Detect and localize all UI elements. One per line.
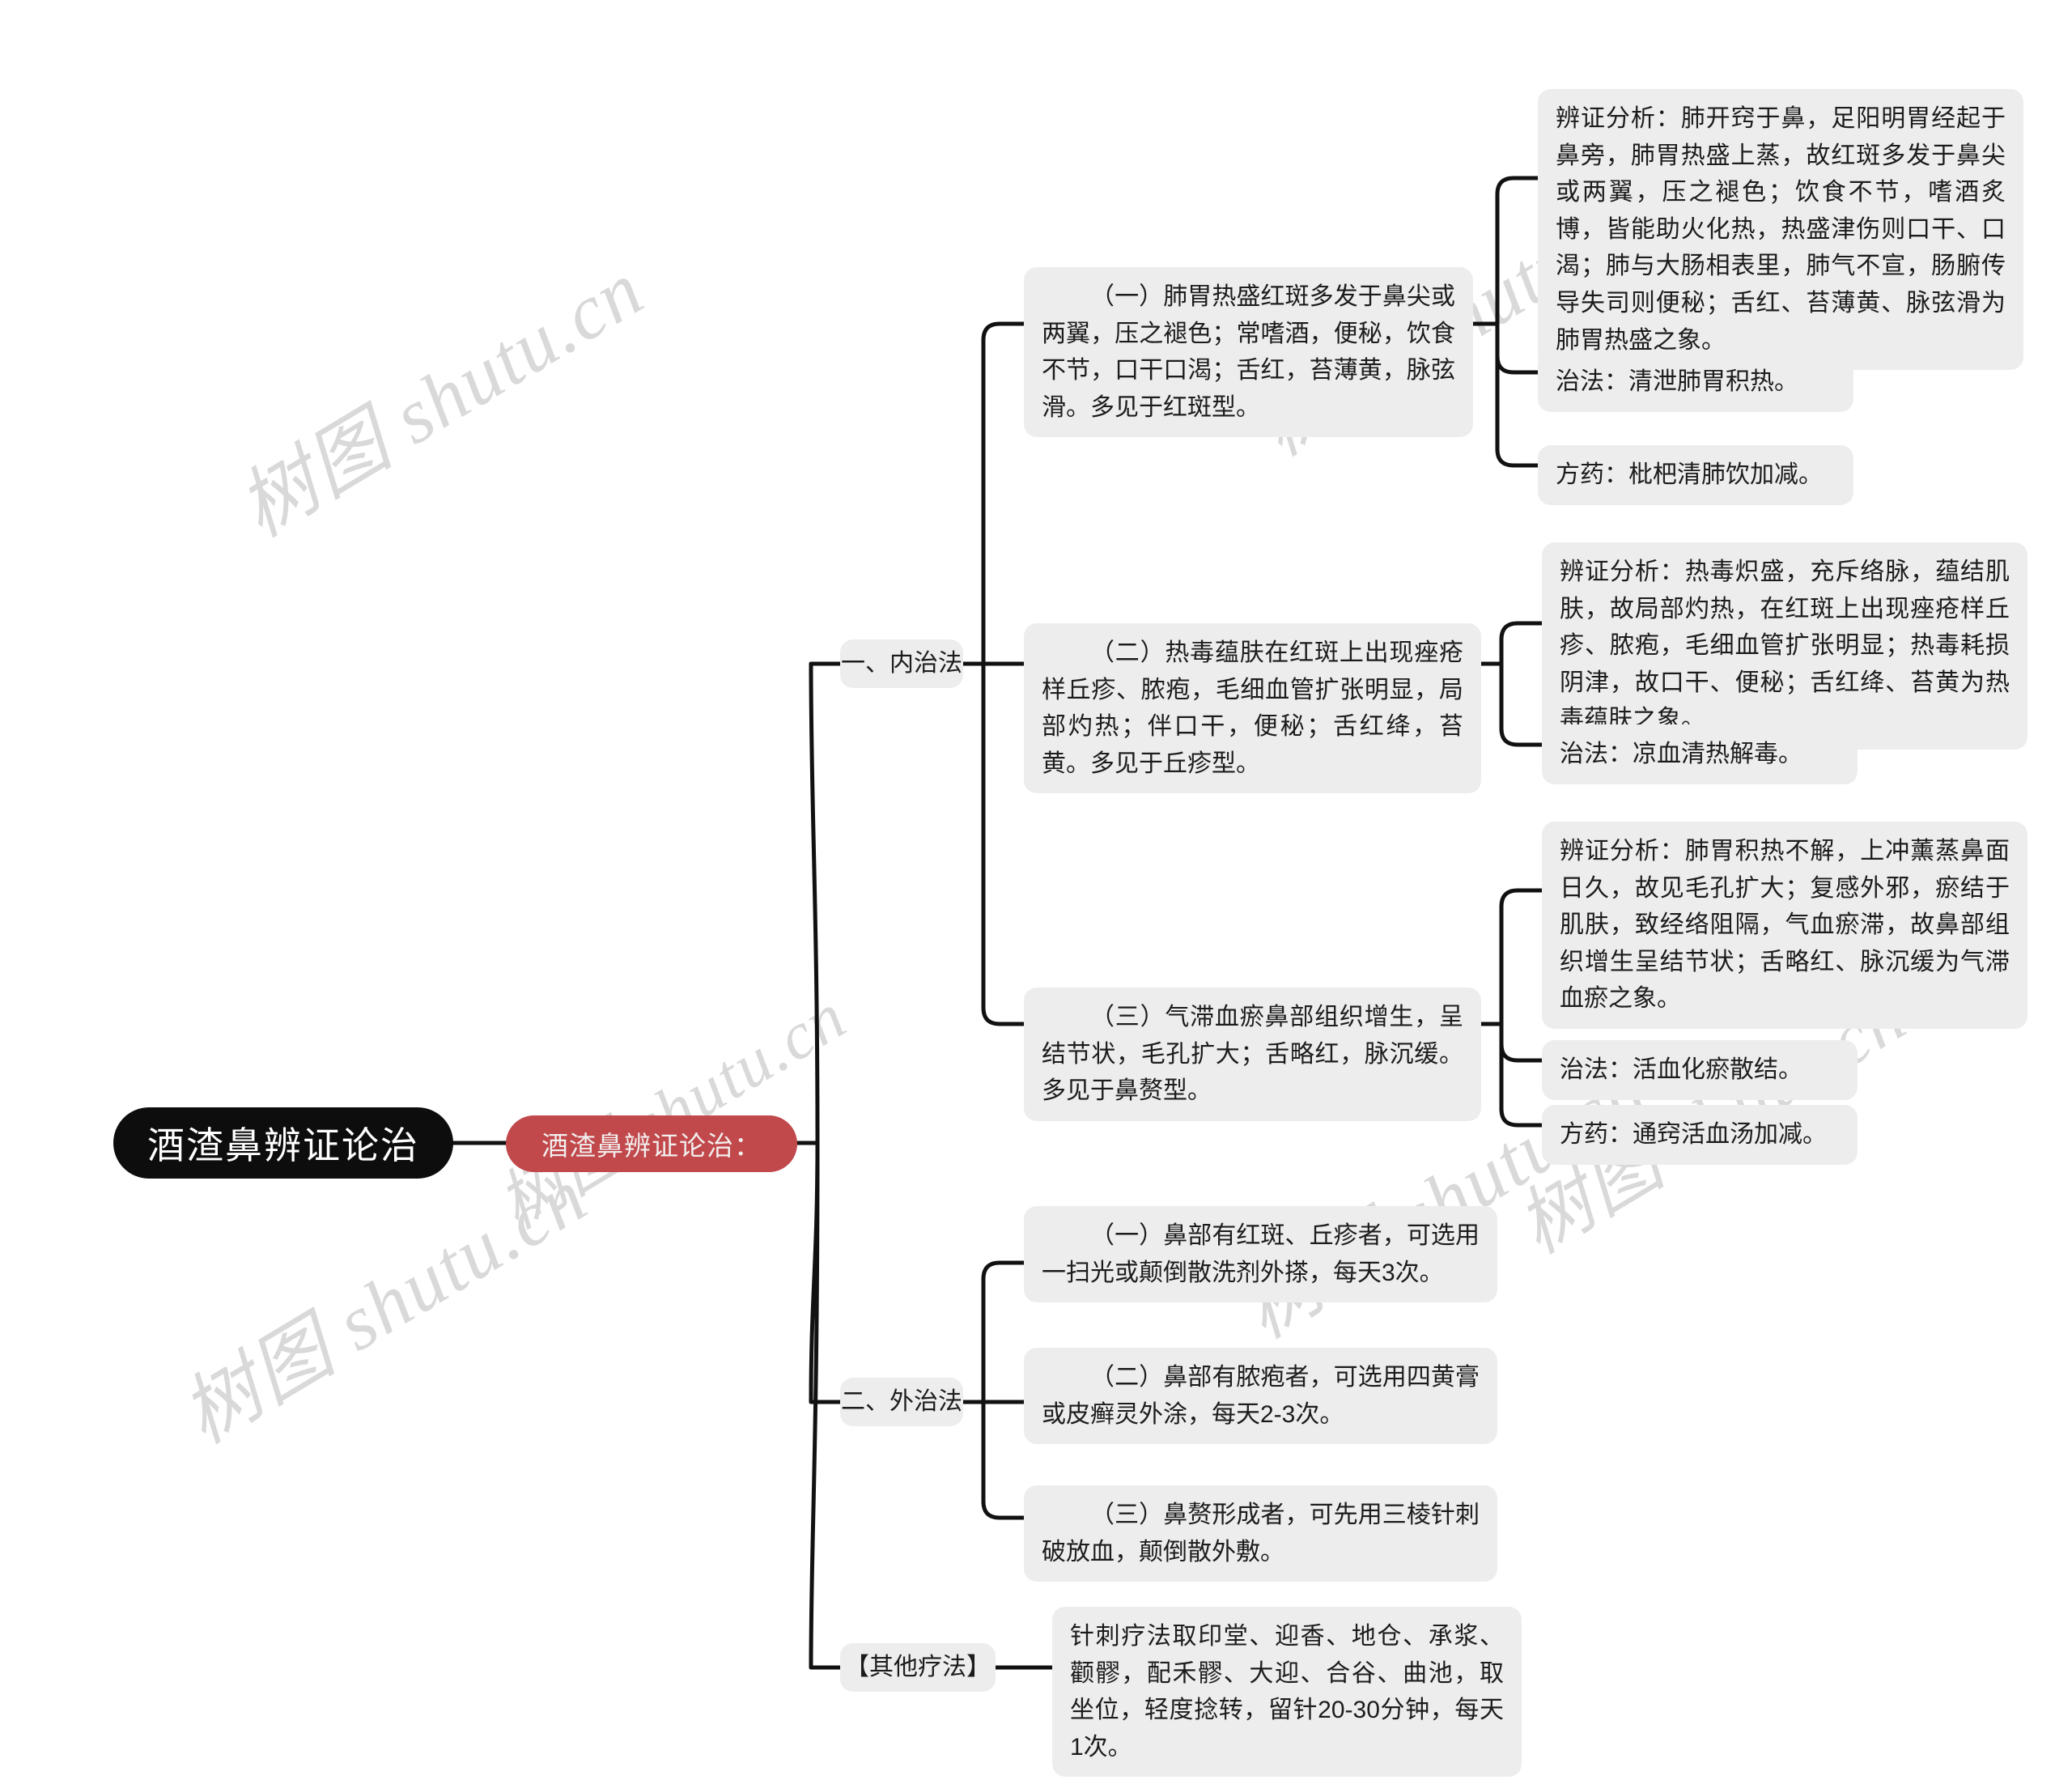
link-b1-i3-d2 — [1499, 1022, 1544, 1063]
detail-syndrome-analysis-3[interactable]: 辨证分析：肺胃积热不解，上冲薰蒸鼻面日久，故见毛孔扩大；复感外邪，瘀结于肌肤，致… — [1542, 822, 2027, 1029]
link-b1-i1-d2 — [1495, 321, 1540, 375]
item-external-erythema-papule[interactable]: （一）鼻部有红斑、丘疹者，可选用一扫光或颠倒散洗剂外搽，每天3次。 — [1024, 1206, 1497, 1303]
watermark-text: 树图 shutu.cn — [168, 1151, 601, 1460]
link-b2-i3 — [981, 1400, 1026, 1520]
item-pattern-heat-toxin[interactable]: （二）热毒蕴肤在红斑上出现痤疮样丘疹、脓疱，毛细血管扩张明显，局部灼热；伴口干，… — [1024, 623, 1481, 794]
link-b1-i3-d3 — [1499, 1022, 1544, 1128]
item-pattern-qi-stagnation[interactable]: （三）气滞血瘀鼻部组织增生，呈结节状，毛孔扩大；舌略红，脉沉缓。多见于鼻赘型。 — [1024, 988, 1481, 1121]
link-b1-i1-d1 — [1495, 176, 1540, 326]
item-external-rhinophyma[interactable]: （三）鼻赘形成者，可先用三棱针刺破放血，颠倒散外敷。 — [1024, 1485, 1497, 1582]
link-b1-i3 — [981, 661, 1026, 1026]
item-pattern-lung-stomach-heat[interactable]: （一）肺胃热盛红斑多发于鼻尖或两翼，压之褪色；常嗜酒，便秘，饮食不节，口干口渴；… — [1024, 267, 1473, 438]
detail-syndrome-analysis-2[interactable]: 辨证分析：热毒炽盛，充斥络脉，蕴结肌肤，故局部灼热，在红斑上出现痤疮样丘疹、脓疱… — [1542, 542, 2027, 750]
link-trunk-outer — [809, 1141, 820, 1404]
branch-label-external-therapy[interactable]: 二、外治法 — [840, 1378, 963, 1426]
link-trunk-inner — [809, 661, 820, 1145]
detail-syndrome-analysis-1[interactable]: 辨证分析：肺开窍于鼻，足阳明胃经起于鼻旁，肺胃热盛上蒸，故红斑多发于鼻尖或两翼，… — [1538, 89, 2023, 371]
watermark-text: 树图 shutu.cn — [486, 979, 859, 1243]
watermark-text: 树图 shutu.cn — [224, 244, 658, 554]
detail-treatment-method-1[interactable]: 治法：清泄肺胃积热。 — [1538, 352, 1853, 412]
detail-treatment-method-2[interactable]: 治法：凉血清热解毒。 — [1542, 724, 1858, 784]
link-b1-i2-d2 — [1499, 661, 1544, 747]
mindmap-canvas: 树图 shutu.cn 树图 shutu.cn 树图 shutu.cn 树图 s… — [0, 0, 2072, 1780]
link-trunk-other — [809, 1141, 820, 1670]
branch-label-internal-therapy[interactable]: 一、内治法 — [840, 639, 963, 688]
detail-formula-3[interactable]: 方药：通窍活血汤加减。 — [1542, 1105, 1858, 1165]
item-external-pustule[interactable]: （二）鼻部有脓疱者，可选用四黄膏或皮癣灵外涂，每天2-3次。 — [1024, 1348, 1497, 1445]
detail-formula-1[interactable]: 方药：枇杷清肺饮加减。 — [1538, 445, 1853, 505]
link-b1-i1 — [981, 321, 1026, 666]
detail-treatment-method-3[interactable]: 治法：活血化瘀散结。 — [1542, 1040, 1858, 1100]
link-b1-i3-d1 — [1499, 888, 1544, 1026]
root-node[interactable]: 酒渣鼻辨证论治 — [113, 1107, 453, 1179]
branch-label-other-therapy[interactable]: 【其他疗法】 — [840, 1643, 996, 1692]
link-b1-i1-d3 — [1495, 321, 1540, 468]
topic-node[interactable]: 酒渣鼻辨证论治： — [506, 1115, 797, 1172]
link-b2-i1 — [981, 1260, 1026, 1404]
item-acupuncture-therapy[interactable]: 针刺疗法取印堂、迎香、地仓、承浆、颧髎，配禾髎、大迎、合谷、曲池，取坐位，轻度捻… — [1052, 1607, 1522, 1778]
link-b1-i2-d1 — [1499, 621, 1544, 666]
